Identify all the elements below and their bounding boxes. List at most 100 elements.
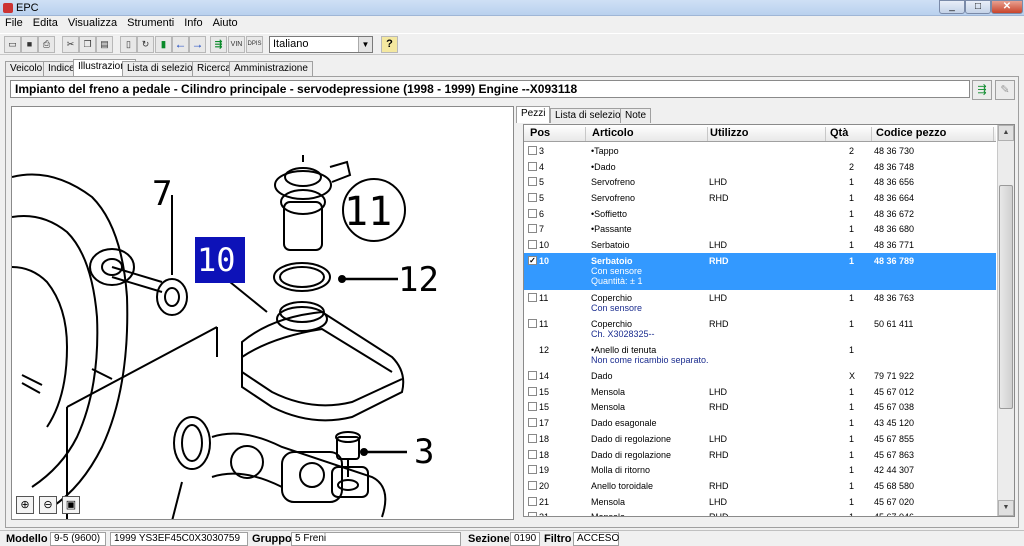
row-checkbox[interactable] — [528, 371, 537, 381]
print-icon[interactable]: ⎙ — [38, 36, 55, 53]
cell-pos: 14 — [539, 371, 550, 382]
help-button[interactable]: ? — [381, 36, 398, 53]
cell-pos: 15 — [539, 386, 550, 397]
table-row[interactable]: 7 •Passante 1 48 36 680 — [524, 221, 996, 237]
row-checkbox[interactable] — [528, 161, 537, 171]
row-checkbox[interactable] — [528, 240, 537, 250]
table-row[interactable]: ✓ 10 Serbatoio RHD 1 48 36 789 Con sensore Quan… — [524, 252, 996, 290]
row-checkbox[interactable] — [528, 193, 537, 203]
table-row[interactable]: 19 Molla di ritorno 1 42 44 307 — [524, 462, 996, 478]
group-value: 5 Freni — [291, 532, 461, 546]
save-icon[interactable]: ■ — [21, 36, 38, 53]
row-checkbox[interactable] — [528, 418, 537, 428]
model-label: Modello — [6, 533, 48, 545]
vin-button[interactable]: VIN — [228, 36, 245, 53]
table-row[interactable]: 17 Dado esagonale 1 43 45 120 — [524, 415, 996, 431]
export-icon[interactable]: ⇶ — [210, 36, 227, 53]
row-checkbox[interactable] — [528, 386, 537, 396]
table-row[interactable]: 4 •Dado 2 48 36 748 — [524, 159, 996, 175]
table-row[interactable]: 21 Mensola LHD 1 45 67 020 — [524, 494, 996, 510]
tab-note[interactable]: Note — [620, 108, 652, 123]
table-row[interactable]: 11 Coperchio LHD 1 48 36 763 Con sensore — [524, 290, 996, 316]
back-arrow-icon[interactable]: ← — [172, 36, 189, 53]
row-checkbox[interactable] — [528, 449, 537, 459]
export-icon[interactable]: ⇶ — [972, 80, 992, 100]
cell-pos: 15 — [539, 402, 550, 413]
scroll-up-icon[interactable]: ▲ — [998, 125, 1014, 141]
scroll-thumb[interactable] — [999, 185, 1013, 409]
row-checkbox[interactable] — [528, 208, 537, 218]
table-row[interactable]: 11 Coperchio RHD 1 50 61 411 Ch. X3028325-- — [524, 316, 996, 342]
row-checkbox[interactable] — [528, 318, 537, 328]
row-checkbox[interactable] — [528, 146, 537, 155]
tab-pezzi[interactable]: Pezzi — [516, 106, 551, 123]
col-utilizzo[interactable]: Utilizzo — [710, 127, 826, 141]
row-checkbox[interactable] — [528, 465, 537, 475]
minimize-button[interactable]: _ — [939, 0, 965, 14]
table-row[interactable]: 21 Mensola RHD 1 45 67 046 — [524, 509, 996, 516]
paste-icon[interactable]: ▤ — [96, 36, 113, 53]
menu-edit[interactable]: Edita — [28, 16, 63, 29]
filter-label: Filtro — [544, 533, 572, 545]
table-row[interactable]: 3 •Tappo 2 48 36 730 — [524, 143, 996, 159]
vertical-scrollbar[interactable]: ▲ ▼ — [997, 125, 1014, 516]
row-checkbox[interactable] — [528, 433, 537, 443]
menu-tools[interactable]: Strumenti — [122, 16, 179, 29]
table-row[interactable]: 5 Servofreno LHD 1 48 36 656 — [524, 174, 996, 190]
menu-view[interactable]: Visualizza — [63, 16, 122, 29]
cell-qta: 1 — [849, 344, 855, 355]
table-row[interactable]: 15 Mensola RHD 1 45 67 038 — [524, 399, 996, 415]
row-checkbox[interactable] — [528, 224, 537, 234]
scroll-down-icon[interactable]: ▼ — [998, 500, 1014, 516]
col-qta[interactable]: Qtà — [830, 127, 872, 141]
cell-articolo: •Tappo — [591, 146, 619, 156]
table-row[interactable]: 20 Anello toroidale RHD 1 45 68 580 — [524, 478, 996, 494]
cell-pos: 18 — [539, 433, 550, 444]
row-checkbox[interactable] — [528, 292, 537, 302]
open-icon[interactable]: ▭ — [4, 36, 21, 53]
copy-icon[interactable]: ❐ — [79, 36, 96, 53]
row-checkbox[interactable] — [528, 177, 537, 187]
menu-file[interactable]: File — [0, 16, 28, 29]
dpis-button[interactable]: DPIS — [246, 36, 263, 53]
callout-7: 7 — [152, 174, 172, 214]
menu-info[interactable]: Info — [179, 16, 207, 29]
forward-arrow-icon[interactable]: → — [189, 36, 206, 53]
edit-icon[interactable]: ✎ — [995, 80, 1015, 100]
refresh-icon[interactable]: ↻ — [137, 36, 154, 53]
table-row[interactable]: 15 Mensola LHD 1 45 67 012 — [524, 384, 996, 400]
col-pos[interactable]: Pos — [530, 127, 586, 141]
menu-help[interactable]: Aiuto — [208, 16, 243, 29]
table-row[interactable]: 18 Dado di regolazione RHD 1 45 67 863 — [524, 447, 996, 463]
row-checkbox[interactable]: ✓ — [528, 255, 537, 265]
table-row[interactable]: 5 Servofreno RHD 1 48 36 664 — [524, 190, 996, 206]
tab-veicolo[interactable]: Veicolo — [5, 61, 48, 76]
table-row[interactable]: 14 Dado X 79 71 922 — [524, 368, 996, 384]
menu-bar: File Edita Visualizza Strumenti Info Aiuto — [0, 16, 1024, 32]
row-checkbox[interactable] — [528, 512, 537, 516]
close-button[interactable]: ✕ — [991, 0, 1023, 14]
chevron-down-icon[interactable]: ▼ — [358, 37, 372, 52]
row-checkbox[interactable] — [528, 402, 537, 412]
table-row[interactable]: 18 Dado di regolazione LHD 1 45 67 855 — [524, 431, 996, 447]
col-codice[interactable]: Codice pezzo — [876, 127, 994, 141]
illustration-panel[interactable]: 7 10 11 12 3 — [11, 106, 514, 520]
table-row[interactable]: 12 •Anello di tenuta 1 Non come ricambio se… — [524, 342, 996, 368]
table-row[interactable]: 10 Serbatoio LHD 1 48 36 771 — [524, 237, 996, 253]
col-articolo[interactable]: Articolo — [592, 127, 708, 141]
bookmark-icon[interactable]: ▮ — [155, 36, 172, 53]
maximize-button[interactable]: □ — [965, 0, 991, 14]
cell-codice: 48 36 763 — [874, 292, 915, 303]
fit-view-icon[interactable]: ▣ — [62, 496, 80, 514]
title-bar: EPC _ □ ✕ — [0, 0, 1024, 16]
cut-icon[interactable]: ✂ — [62, 36, 79, 53]
row-checkbox[interactable] — [528, 496, 537, 506]
language-select[interactable]: Italiano ▼ — [269, 36, 373, 53]
zoom-in-icon[interactable]: ⊕ — [16, 496, 34, 514]
zoom-out-icon[interactable]: ⊖ — [39, 496, 57, 514]
table-row[interactable]: 6 •Soffietto 1 48 36 672 — [524, 206, 996, 222]
cell-articolo: Molla di ritorno — [591, 465, 651, 476]
tab-amministrazione[interactable]: Amministrazione — [229, 61, 313, 76]
row-checkbox[interactable] — [528, 480, 537, 490]
page-icon[interactable]: ▯ — [120, 36, 137, 53]
